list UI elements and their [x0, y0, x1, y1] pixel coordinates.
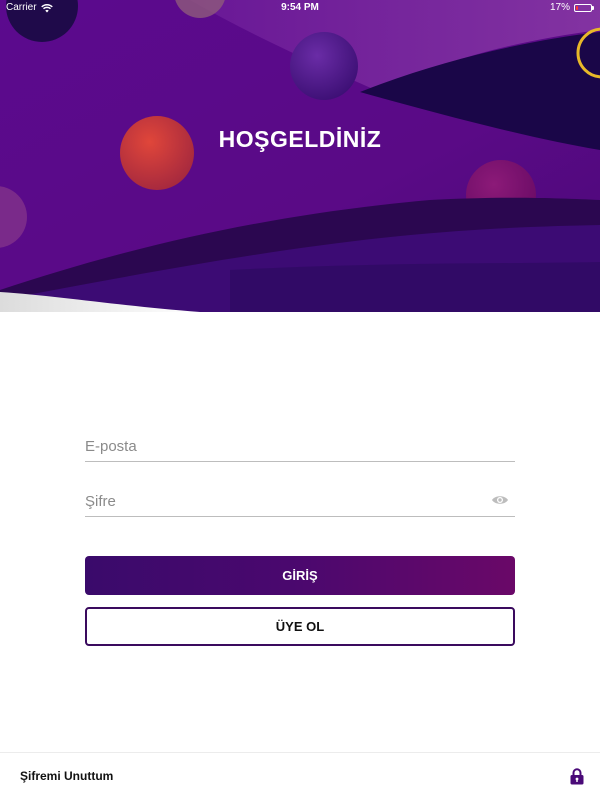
email-input[interactable] [85, 432, 515, 461]
battery-icon [574, 4, 594, 12]
footer-bar: Şifremi Unuttum [0, 752, 600, 800]
status-bar: Carrier 9:54 PM 17% [0, 0, 600, 16]
login-button[interactable]: GİRİŞ [85, 556, 515, 595]
status-right: 17% [550, 0, 594, 16]
hero-background [0, 0, 600, 315]
forgot-password-link[interactable]: Şifremi Unuttum [20, 769, 113, 783]
status-time: 9:54 PM [281, 2, 319, 13]
login-button-label: GİRİŞ [282, 568, 318, 583]
signup-button-label: ÜYE OL [275, 619, 325, 634]
eye-icon[interactable] [491, 494, 509, 506]
battery-percent: 17% [549, 2, 570, 13]
signup-button[interactable]: ÜYE OL [85, 607, 515, 646]
lock-icon[interactable] [570, 768, 584, 785]
password-input[interactable] [85, 487, 515, 516]
hero-banner: HOŞGELDİNİZ [0, 0, 600, 315]
email-field[interactable] [85, 432, 515, 462]
password-field[interactable] [85, 487, 515, 517]
hero-title: HOŞGELDİNİZ [218, 126, 382, 152]
